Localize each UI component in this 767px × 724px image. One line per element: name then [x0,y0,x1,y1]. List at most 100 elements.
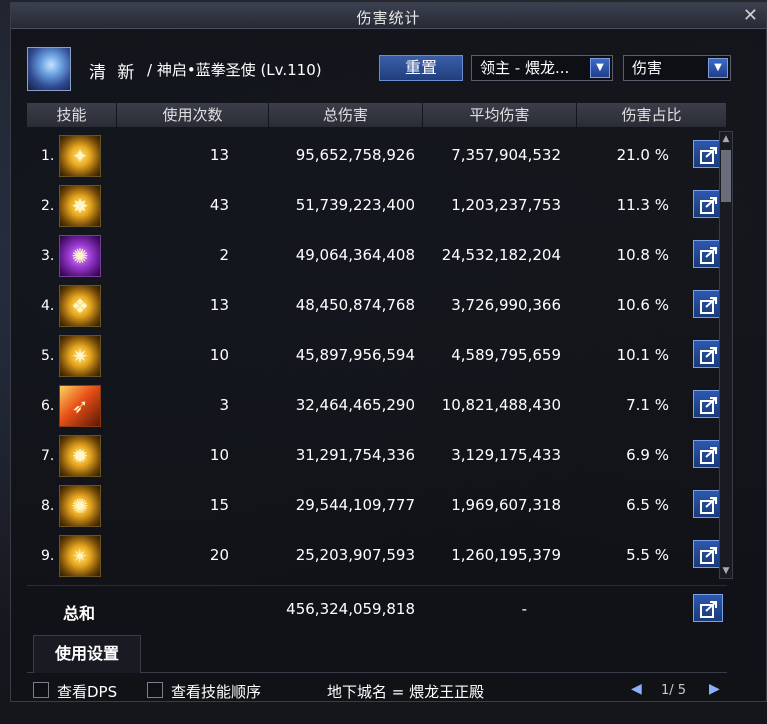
summary-average-damage: - [521,600,527,618]
chevron-down-icon[interactable]: ▼ [590,58,610,78]
row-use-count: 43 [209,196,229,214]
row-damage-share: 11.3 % [616,196,669,214]
page-indicator: 1/ 5 [661,683,687,698]
tab-bar: 使用设置 [27,635,727,673]
row-use-count: 15 [209,496,229,514]
scrollbar-thumb[interactable] [721,150,731,202]
share-icon [700,347,717,364]
chevron-down-icon[interactable]: ▼ [708,58,728,78]
share-icon [700,447,717,464]
row-rank: 6. [41,398,55,414]
character-name: 清 新 [89,63,138,83]
row-total-damage: 32,464,465,290 [295,396,415,414]
row-rank: 3. [41,248,55,264]
dungeon-name: 地下城名 = 煨龙王正殿 [327,683,485,701]
column-total-damage[interactable]: 总伤害 [269,103,423,127]
row-total-damage: 51,739,223,400 [295,196,415,214]
view-dps-checkbox[interactable] [33,682,49,698]
row-total-damage: 31,291,754,336 [295,446,415,464]
character-class: / 神启•蓝拳圣使 (Lv.110) [147,61,322,79]
row-damage-share: 10.6 % [616,296,669,314]
boss-select-value: 领主 - 煨龙... [480,59,570,77]
skill-2-icon: ✸ [59,185,101,227]
row-use-count: 13 [209,146,229,164]
skill-1-icon: ✦ [59,135,101,177]
summary-row: 总和 456,324,059,818 - [27,585,727,629]
stat-type-select[interactable]: 伤害 ▼ [623,55,731,81]
reset-button[interactable]: 重置 [379,55,463,81]
close-icon[interactable]: ✕ [743,5,758,26]
character-avatar [27,47,71,91]
table-scrollbar[interactable]: ▲ ▼ [719,131,733,579]
row-rank: 2. [41,198,55,214]
view-skill-order-checkbox[interactable] [147,682,163,698]
row-damage-share: 21.0 % [616,146,669,164]
column-use-count[interactable]: 使用次数 [117,103,269,127]
scroll-down-icon[interactable]: ▼ [720,564,732,578]
row-damage-share: 5.5 % [626,546,669,564]
share-icon [700,197,717,214]
share-icon [700,297,717,314]
row-rank: 5. [41,348,55,364]
table-row: 6. ➶ 3 32,464,465,290 10,821,488,430 7.1 % [27,381,727,431]
row-total-damage: 48,450,874,768 [295,296,415,314]
column-damage-share[interactable]: 伤害占比 [577,103,727,127]
summary-label: 总和 [63,604,96,623]
row-damage-share: 6.9 % [626,446,669,464]
row-use-count: 2 [219,246,229,264]
row-total-damage: 95,652,758,926 [295,146,415,164]
row-average-damage: 3,726,990,366 [451,296,561,314]
row-total-damage: 29,544,109,777 [295,496,415,514]
row-rank: 9. [41,548,55,564]
row-average-damage: 3,129,175,433 [451,446,561,464]
table-row: 2. ✸ 43 51,739,223,400 1,203,237,753 11.3 % [27,181,727,231]
share-icon [700,397,717,414]
prev-page-icon[interactable]: ◀ [631,681,642,697]
skill-8-icon: ✺ [59,485,101,527]
stat-type-select-value: 伤害 [632,59,663,77]
tab-usage-settings[interactable]: 使用设置 [33,635,141,673]
row-average-damage: 7,357,904,532 [451,146,561,164]
table-row: 1. ✦ 13 95,652,758,926 7,357,904,532 21.0 % [27,131,727,181]
row-total-damage: 45,897,956,594 [295,346,415,364]
table-row: 9. ✴ 20 25,203,907,593 1,260,195,379 5.5 % [27,531,727,581]
table-row: 3. ✺ 2 49,064,364,408 24,532,182,204 10.8 % [27,231,727,281]
character-header: 清 新 / 神启•蓝拳圣使 (Lv.110) 重置 领主 - 煨龙... ▼ 伤… [27,43,747,97]
share-icon [700,147,717,164]
table-row: 8. ✺ 15 29,544,109,777 1,969,607,318 6.5 % [27,481,727,531]
row-use-count: 20 [209,546,229,564]
view-dps-label: 查看DPS [57,683,118,701]
share-icon [700,601,717,618]
column-skill[interactable]: 技能 [27,103,117,127]
table-row: 5. ✷ 10 45,897,956,594 4,589,795,659 10.1 % [27,331,727,381]
row-use-count: 3 [219,396,229,414]
row-damage-share: 10.8 % [616,246,669,264]
share-icon [700,547,717,564]
row-damage-share: 10.1 % [616,346,669,364]
boss-select[interactable]: 领主 - 煨龙... ▼ [471,55,613,81]
row-damage-share: 6.5 % [626,496,669,514]
row-rank: 7. [41,448,55,464]
row-use-count: 13 [209,296,229,314]
skill-4-icon: ❖ [59,285,101,327]
row-rank: 8. [41,498,55,514]
skill-3-icon: ✺ [59,235,101,277]
column-average-damage[interactable]: 平均伤害 [423,103,577,127]
row-use-count: 10 [209,446,229,464]
row-total-damage: 25,203,907,593 [295,546,415,564]
skill-7-icon: ✹ [59,435,101,477]
table-row: 7. ✹ 10 31,291,754,336 3,129,175,433 6.9 % [27,431,727,481]
row-average-damage: 1,260,195,379 [451,546,561,564]
row-total-damage: 49,064,364,408 [295,246,415,264]
summary-total-damage: 456,324,059,818 [286,600,415,618]
scroll-up-icon[interactable]: ▲ [720,132,732,146]
skill-9-icon: ✴ [59,535,101,577]
damage-stats-window: 伤害统计 ✕ 清 新 / 神启•蓝拳圣使 (Lv.110) 重置 领主 - 煨龙… [10,2,767,702]
window-titlebar[interactable]: 伤害统计 ✕ [11,3,766,29]
share-summary-button[interactable] [693,594,723,622]
view-skill-order-label: 查看技能顺序 [171,683,262,701]
row-damage-share: 7.1 % [626,396,669,414]
next-page-icon[interactable]: ▶ [709,681,720,697]
row-average-damage: 4,589,795,659 [451,346,561,364]
share-icon [700,247,717,264]
